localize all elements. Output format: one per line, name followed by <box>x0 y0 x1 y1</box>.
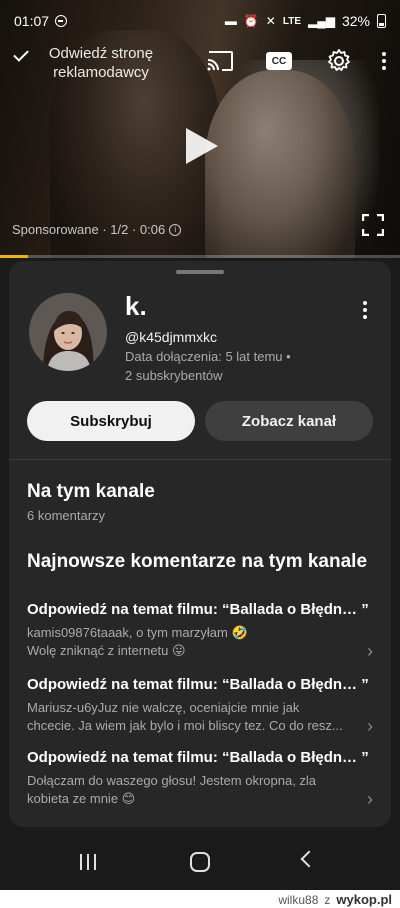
comment-title: Odpowiedź na temat filmu: “Ballada o Błę… <box>27 749 369 766</box>
comment-title: Odpowiedź na temat filmu: “Ballada o Błę… <box>27 676 369 693</box>
comment-line: kamis09876taaak, o tym marzyłam 🤣 <box>27 625 248 640</box>
comment-item[interactable]: Odpowiedź na temat filmu: “Ballada o Błę… <box>27 749 373 809</box>
comment-line: kobieta ze mnie 😊 <box>27 791 136 806</box>
comment-item[interactable]: Odpowiedź na temat filmu: “Ballada o Błę… <box>27 601 373 661</box>
channel-bottom-sheet: k. @k45djmmxkc Data dołączenia: 5 lat te… <box>9 261 391 827</box>
signal-icon: ▂▄▆ <box>308 14 335 28</box>
ad-progress-fill <box>0 255 28 258</box>
system-nav-bar <box>0 830 400 890</box>
ad-progress-bar <box>0 255 400 258</box>
home-icon[interactable] <box>190 852 210 872</box>
more-options-icon[interactable] <box>382 52 386 70</box>
channel-more-icon[interactable] <box>363 301 367 319</box>
channel-subscriber-count: 2 subskrybentów <box>125 368 223 383</box>
channel-name: k. <box>125 291 147 321</box>
video-player[interactable]: 01:07 ▬ ⏰ ✕ LTE ▂▄▆ 32% Odwiedź stronę r… <box>0 0 400 258</box>
comment-line: Dołączam do waszego głosu! Jestem okropn… <box>27 773 317 788</box>
comment-body: Dołączam do waszego głosu! Jestem okropn… <box>27 772 347 808</box>
drag-handle[interactable] <box>176 270 224 274</box>
channel-handle: @k45djmmxkc <box>125 329 218 345</box>
chevron-right-icon: › <box>367 716 373 736</box>
chevron-right-icon: › <box>367 789 373 809</box>
comment-body: Mariusz-u6yJuz nie walczę, oceniajcie mn… <box>27 699 347 735</box>
watermark-separator: z <box>324 892 331 907</box>
latest-comments-title: Najnowsze komentarze na tym kanale <box>27 551 368 572</box>
do-not-disturb-icon <box>55 15 68 27</box>
info-icon[interactable]: i <box>169 223 182 236</box>
ad-meta-text: Sponsorowane · 1/2 · 0:06 <box>12 222 166 237</box>
avatar[interactable] <box>29 293 107 371</box>
bed-icon: ▬ <box>224 14 237 28</box>
on-channel-comment-count: 6 komentarzy <box>27 508 106 523</box>
back-icon[interactable] <box>300 850 318 868</box>
battery-percent: 32% <box>341 13 370 29</box>
channel-joined-date: Data dołączenia: 5 lat temu • <box>125 349 291 364</box>
play-icon[interactable] <box>186 128 218 164</box>
watermark-site: wykop.pl <box>336 892 392 907</box>
alarm-icon: ⏰ <box>243 14 259 28</box>
on-channel-title: Na tym kanale <box>27 481 155 502</box>
battery-icon <box>377 14 386 28</box>
status-bar: 01:07 ▬ ⏰ ✕ LTE ▂▄▆ 32% <box>0 0 400 42</box>
cast-icon[interactable] <box>206 50 234 72</box>
visit-advertiser-link[interactable]: Odwiedź stronę reklamodawcy <box>13 44 166 82</box>
watermark-user: wilku88 <box>278 892 319 907</box>
comment-title: Odpowiedź na temat filmu: “Ballada o Błę… <box>27 601 369 618</box>
mute-icon: ✕ <box>265 14 276 28</box>
comment-line: Mariusz-u6yJuz nie walczę, oceniajcie mn… <box>27 700 300 715</box>
captions-button[interactable]: CC <box>266 52 292 70</box>
avatar-image <box>29 293 107 371</box>
comment-body: kamis09876taaak, o tym marzyłam 🤣 Wolę z… <box>27 624 347 660</box>
ad-info: Sponsorowane · 1/2 · 0:06 i <box>12 222 182 237</box>
video-top-controls: CC <box>206 48 386 74</box>
chevron-right-icon: › <box>367 641 373 661</box>
recent-apps-icon[interactable] <box>80 854 96 870</box>
comment-item[interactable]: Odpowiedź na temat filmu: “Ballada o Błę… <box>27 676 373 736</box>
watermark-strip: wilku88 z wykop.pl <box>0 890 400 908</box>
fullscreen-icon[interactable] <box>362 214 384 236</box>
divider <box>9 459 391 460</box>
subscribe-button[interactable]: Subskrybuj <box>27 401 195 441</box>
view-channel-button[interactable]: Zobacz kanał <box>205 401 373 441</box>
collapse-chevron-icon[interactable] <box>13 46 29 62</box>
status-time: 01:07 <box>14 13 50 29</box>
comment-line: chcecie. Ja wiem jak bylo i moi bliscy t… <box>27 718 343 733</box>
network-type: LTE <box>282 15 301 27</box>
visit-advertiser-label: Odwiedź stronę reklamodawcy <box>48 45 154 81</box>
comment-line: Wolę zniknąć z internetu 😛 <box>27 643 186 658</box>
gear-icon[interactable] <box>326 48 352 74</box>
watermark: wilku88 z wykop.pl <box>278 892 392 907</box>
